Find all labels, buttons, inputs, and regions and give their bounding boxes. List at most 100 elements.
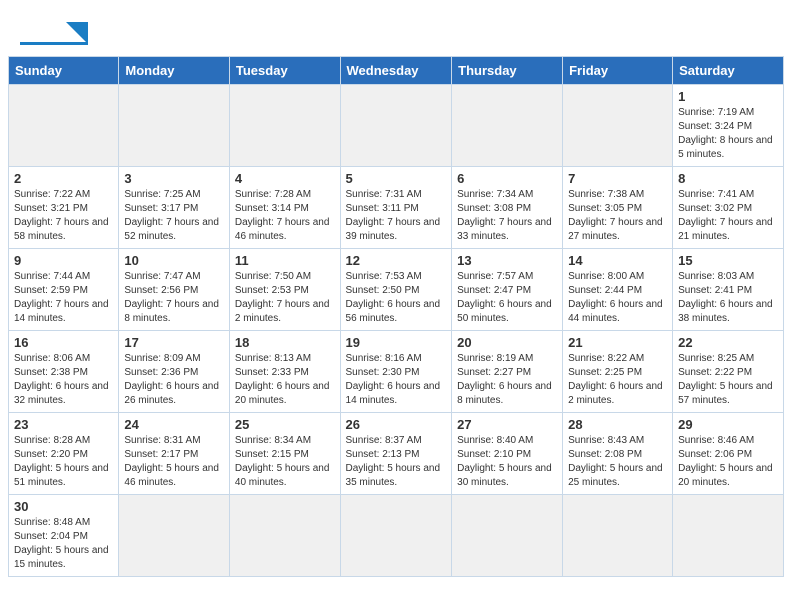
day-info: Sunrise: 7:47 AM Sunset: 2:56 PM Dayligh…	[124, 270, 224, 326]
day-info: Sunrise: 8:19 AM Sunset: 2:27 PM Dayligh…	[457, 352, 557, 408]
day-info: Sunrise: 7:31 AM Sunset: 3:11 PM Dayligh…	[346, 188, 447, 244]
dow-friday: Friday	[563, 57, 673, 85]
day-cell: 5 Sunrise: 7:31 AM Sunset: 3:11 PM Daylig…	[340, 167, 452, 249]
day-info: Sunrise: 8:06 AM Sunset: 2:38 PM Dayligh…	[14, 352, 113, 408]
day-info: Sunrise: 7:50 AM Sunset: 2:53 PM Dayligh…	[235, 270, 335, 326]
day-number: 1	[678, 89, 778, 104]
day-cell: 7 Sunrise: 7:38 AM Sunset: 3:05 PM Daylig…	[563, 167, 673, 249]
day-number: 26	[346, 417, 447, 432]
day-cell: 17 Sunrise: 8:09 AM Sunset: 2:36 PM Dayli…	[119, 331, 230, 413]
day-number: 18	[235, 335, 335, 350]
day-number: 17	[124, 335, 224, 350]
day-number: 15	[678, 253, 778, 268]
day-info: Sunrise: 7:44 AM Sunset: 2:59 PM Dayligh…	[14, 270, 113, 326]
day-info: Sunrise: 8:40 AM Sunset: 2:10 PM Dayligh…	[457, 434, 557, 490]
day-cell: 27Sunrise: 8:40 AM Sunset: 2:10 PM Dayli…	[452, 413, 563, 495]
day-cell	[340, 495, 452, 577]
dow-tuesday: Tuesday	[229, 57, 340, 85]
day-info: Sunrise: 8:46 AM Sunset: 2:06 PM Dayligh…	[678, 434, 778, 490]
day-cell: 22Sunrise: 8:25 AM Sunset: 2:22 PM Dayli…	[673, 331, 784, 413]
calendar-body: 1 Sunrise: 7:19 AM Sunset: 3:24 PM Daylig…	[9, 85, 784, 577]
day-cell: 15 Sunrise: 8:03 AM Sunset: 2:41 PM Dayli…	[673, 249, 784, 331]
week-row-3: 16 Sunrise: 8:06 AM Sunset: 2:38 PM Dayli…	[9, 331, 784, 413]
day-info: Sunrise: 8:37 AM Sunset: 2:13 PM Dayligh…	[346, 434, 447, 490]
day-info: Sunrise: 8:48 AM Sunset: 2:04 PM Dayligh…	[14, 516, 113, 572]
day-cell: 19 Sunrise: 8:16 AM Sunset: 2:30 PM Dayli…	[340, 331, 452, 413]
day-cell: 8Sunrise: 7:41 AM Sunset: 3:02 PM Daylig…	[673, 167, 784, 249]
day-cell: 9Sunrise: 7:44 AM Sunset: 2:59 PM Daylig…	[9, 249, 119, 331]
day-cell: 12 Sunrise: 7:53 AM Sunset: 2:50 PM Dayli…	[340, 249, 452, 331]
day-info: Sunrise: 7:38 AM Sunset: 3:05 PM Dayligh…	[568, 188, 667, 244]
dow-wednesday: Wednesday	[340, 57, 452, 85]
day-number: 14	[568, 253, 667, 268]
day-info: Sunrise: 8:16 AM Sunset: 2:30 PM Dayligh…	[346, 352, 447, 408]
day-cell	[452, 85, 563, 167]
day-info: Sunrise: 7:19 AM Sunset: 3:24 PM Dayligh…	[678, 106, 778, 162]
day-cell: 18 Sunrise: 8:13 AM Sunset: 2:33 PM Dayli…	[229, 331, 340, 413]
dow-saturday: Saturday	[673, 57, 784, 85]
day-cell: 26 Sunrise: 8:37 AM Sunset: 2:13 PM Dayli…	[340, 413, 452, 495]
calendar-table: SundayMondayTuesdayWednesdayThursdayFrid…	[8, 56, 784, 577]
day-cell: 6Sunrise: 7:34 AM Sunset: 3:08 PM Daylig…	[452, 167, 563, 249]
day-info: Sunrise: 7:25 AM Sunset: 3:17 PM Dayligh…	[124, 188, 224, 244]
day-info: Sunrise: 8:31 AM Sunset: 2:17 PM Dayligh…	[124, 434, 224, 490]
day-number: 12	[346, 253, 447, 268]
week-row-0: 1 Sunrise: 7:19 AM Sunset: 3:24 PM Daylig…	[9, 85, 784, 167]
day-cell	[229, 85, 340, 167]
day-number: 4	[235, 171, 335, 186]
calendar-container: SundayMondayTuesdayWednesdayThursdayFrid…	[0, 56, 792, 585]
day-cell: 13Sunrise: 7:57 AM Sunset: 2:47 PM Dayli…	[452, 249, 563, 331]
day-cell: 16 Sunrise: 8:06 AM Sunset: 2:38 PM Dayli…	[9, 331, 119, 413]
day-info: Sunrise: 8:28 AM Sunset: 2:20 PM Dayligh…	[14, 434, 113, 490]
day-cell	[563, 85, 673, 167]
day-number: 24	[124, 417, 224, 432]
day-cell	[119, 85, 230, 167]
day-info: Sunrise: 8:34 AM Sunset: 2:15 PM Dayligh…	[235, 434, 335, 490]
logo	[20, 18, 100, 46]
day-info: Sunrise: 7:53 AM Sunset: 2:50 PM Dayligh…	[346, 270, 447, 326]
day-cell	[229, 495, 340, 577]
logo-graphic	[20, 18, 100, 46]
day-cell: 24 Sunrise: 8:31 AM Sunset: 2:17 PM Dayli…	[119, 413, 230, 495]
day-cell: 3Sunrise: 7:25 AM Sunset: 3:17 PM Daylig…	[119, 167, 230, 249]
day-number: 23	[14, 417, 113, 432]
day-number: 25	[235, 417, 335, 432]
day-number: 2	[14, 171, 113, 186]
day-info: Sunrise: 8:03 AM Sunset: 2:41 PM Dayligh…	[678, 270, 778, 326]
day-number: 16	[14, 335, 113, 350]
day-cell	[452, 495, 563, 577]
day-info: Sunrise: 8:43 AM Sunset: 2:08 PM Dayligh…	[568, 434, 667, 490]
week-row-4: 23 Sunrise: 8:28 AM Sunset: 2:20 PM Dayli…	[9, 413, 784, 495]
day-cell	[9, 85, 119, 167]
day-info: Sunrise: 8:25 AM Sunset: 2:22 PM Dayligh…	[678, 352, 778, 408]
day-cell: 20 Sunrise: 8:19 AM Sunset: 2:27 PM Dayli…	[452, 331, 563, 413]
day-cell	[563, 495, 673, 577]
day-number: 30	[14, 499, 113, 514]
day-number: 7	[568, 171, 667, 186]
day-number: 29	[678, 417, 778, 432]
day-cell: 21Sunrise: 8:22 AM Sunset: 2:25 PM Dayli…	[563, 331, 673, 413]
day-cell: 2Sunrise: 7:22 AM Sunset: 3:21 PM Daylig…	[9, 167, 119, 249]
day-cell: 14Sunrise: 8:00 AM Sunset: 2:44 PM Dayli…	[563, 249, 673, 331]
day-number: 11	[235, 253, 335, 268]
day-number: 13	[457, 253, 557, 268]
day-number: 19	[346, 335, 447, 350]
day-cell: 23 Sunrise: 8:28 AM Sunset: 2:20 PM Dayli…	[9, 413, 119, 495]
week-row-5: 30 Sunrise: 8:48 AM Sunset: 2:04 PM Dayli…	[9, 495, 784, 577]
day-info: Sunrise: 7:41 AM Sunset: 3:02 PM Dayligh…	[678, 188, 778, 244]
day-info: Sunrise: 7:28 AM Sunset: 3:14 PM Dayligh…	[235, 188, 335, 244]
day-info: Sunrise: 8:13 AM Sunset: 2:33 PM Dayligh…	[235, 352, 335, 408]
day-number: 6	[457, 171, 557, 186]
day-cell: 1 Sunrise: 7:19 AM Sunset: 3:24 PM Daylig…	[673, 85, 784, 167]
day-info: Sunrise: 8:22 AM Sunset: 2:25 PM Dayligh…	[568, 352, 667, 408]
day-cell: 30 Sunrise: 8:48 AM Sunset: 2:04 PM Dayli…	[9, 495, 119, 577]
day-cell: 10Sunrise: 7:47 AM Sunset: 2:56 PM Dayli…	[119, 249, 230, 331]
day-cell: 4 Sunrise: 7:28 AM Sunset: 3:14 PM Daylig…	[229, 167, 340, 249]
day-cell: 25 Sunrise: 8:34 AM Sunset: 2:15 PM Dayli…	[229, 413, 340, 495]
day-cell: 28 Sunrise: 8:43 AM Sunset: 2:08 PM Dayli…	[563, 413, 673, 495]
day-info: Sunrise: 8:09 AM Sunset: 2:36 PM Dayligh…	[124, 352, 224, 408]
day-cell	[340, 85, 452, 167]
day-number: 5	[346, 171, 447, 186]
day-number: 20	[457, 335, 557, 350]
day-number: 28	[568, 417, 667, 432]
